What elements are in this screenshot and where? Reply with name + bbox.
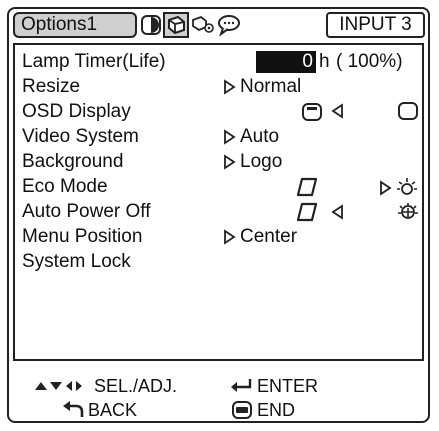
video-system-value[interactable]: Auto [240,126,279,148]
pointer-left-icon [331,103,343,123]
menu-item-eco-mode[interactable]: Eco Mode [22,176,108,198]
menu-item-system-lock[interactable]: System Lock [22,251,131,273]
menu-item-lamp-timer[interactable]: Lamp Timer(Life) [22,51,166,73]
menu-item-menu-position[interactable]: Menu Position [22,226,142,248]
back-hint: BACK [88,400,138,420]
input-indicator: INPUT 3 [326,12,425,38]
end-menu-icon [232,401,252,424]
pointer-icon [224,229,236,249]
pointer-icon [224,129,236,149]
background-value[interactable]: Logo [240,151,282,173]
pointer-icon [380,180,392,200]
tab-options2-icon[interactable] [191,12,215,38]
eco-mode-off-icon[interactable] [296,177,318,201]
lamp-timer-unit: h [319,51,330,72]
end-hint: END [257,400,296,420]
menu-item-background[interactable]: Background [22,151,123,173]
lamp-life-percent: ( 100%) [336,51,403,72]
tab-picture-icon[interactable] [140,12,162,38]
osd-on-icon[interactable] [398,102,418,125]
pointer-left-icon [331,204,343,224]
back-icon [62,400,84,423]
enter-hint: ENTER [257,376,319,396]
menu-item-video-system[interactable]: Video System [22,126,139,148]
arrow-keys-icon [34,379,92,398]
menu-item-osd-display[interactable]: OSD Display [22,101,131,123]
tab-options1-icon[interactable] [163,12,189,38]
resize-value[interactable]: Normal [240,76,301,98]
sel-adj-hint: SEL./ADJ. [94,376,178,396]
pointer-icon [224,79,236,99]
tab-options1[interactable]: Options1 [13,12,137,38]
menu-item-auto-power-off[interactable]: Auto Power Off [22,201,151,223]
auto-power-off-icon[interactable] [296,202,318,226]
auto-power-on-icon[interactable] [397,202,419,227]
tab-language-icon[interactable] [217,12,241,38]
menu-position-value[interactable]: Center [240,226,297,248]
menu-item-resize[interactable]: Resize [22,76,80,98]
enter-icon [230,378,252,399]
osd-off-icon[interactable] [302,103,322,126]
eco-mode-on-icon[interactable] [395,176,419,203]
lamp-timer-value: 0 [256,51,316,73]
pointer-icon [224,154,236,174]
